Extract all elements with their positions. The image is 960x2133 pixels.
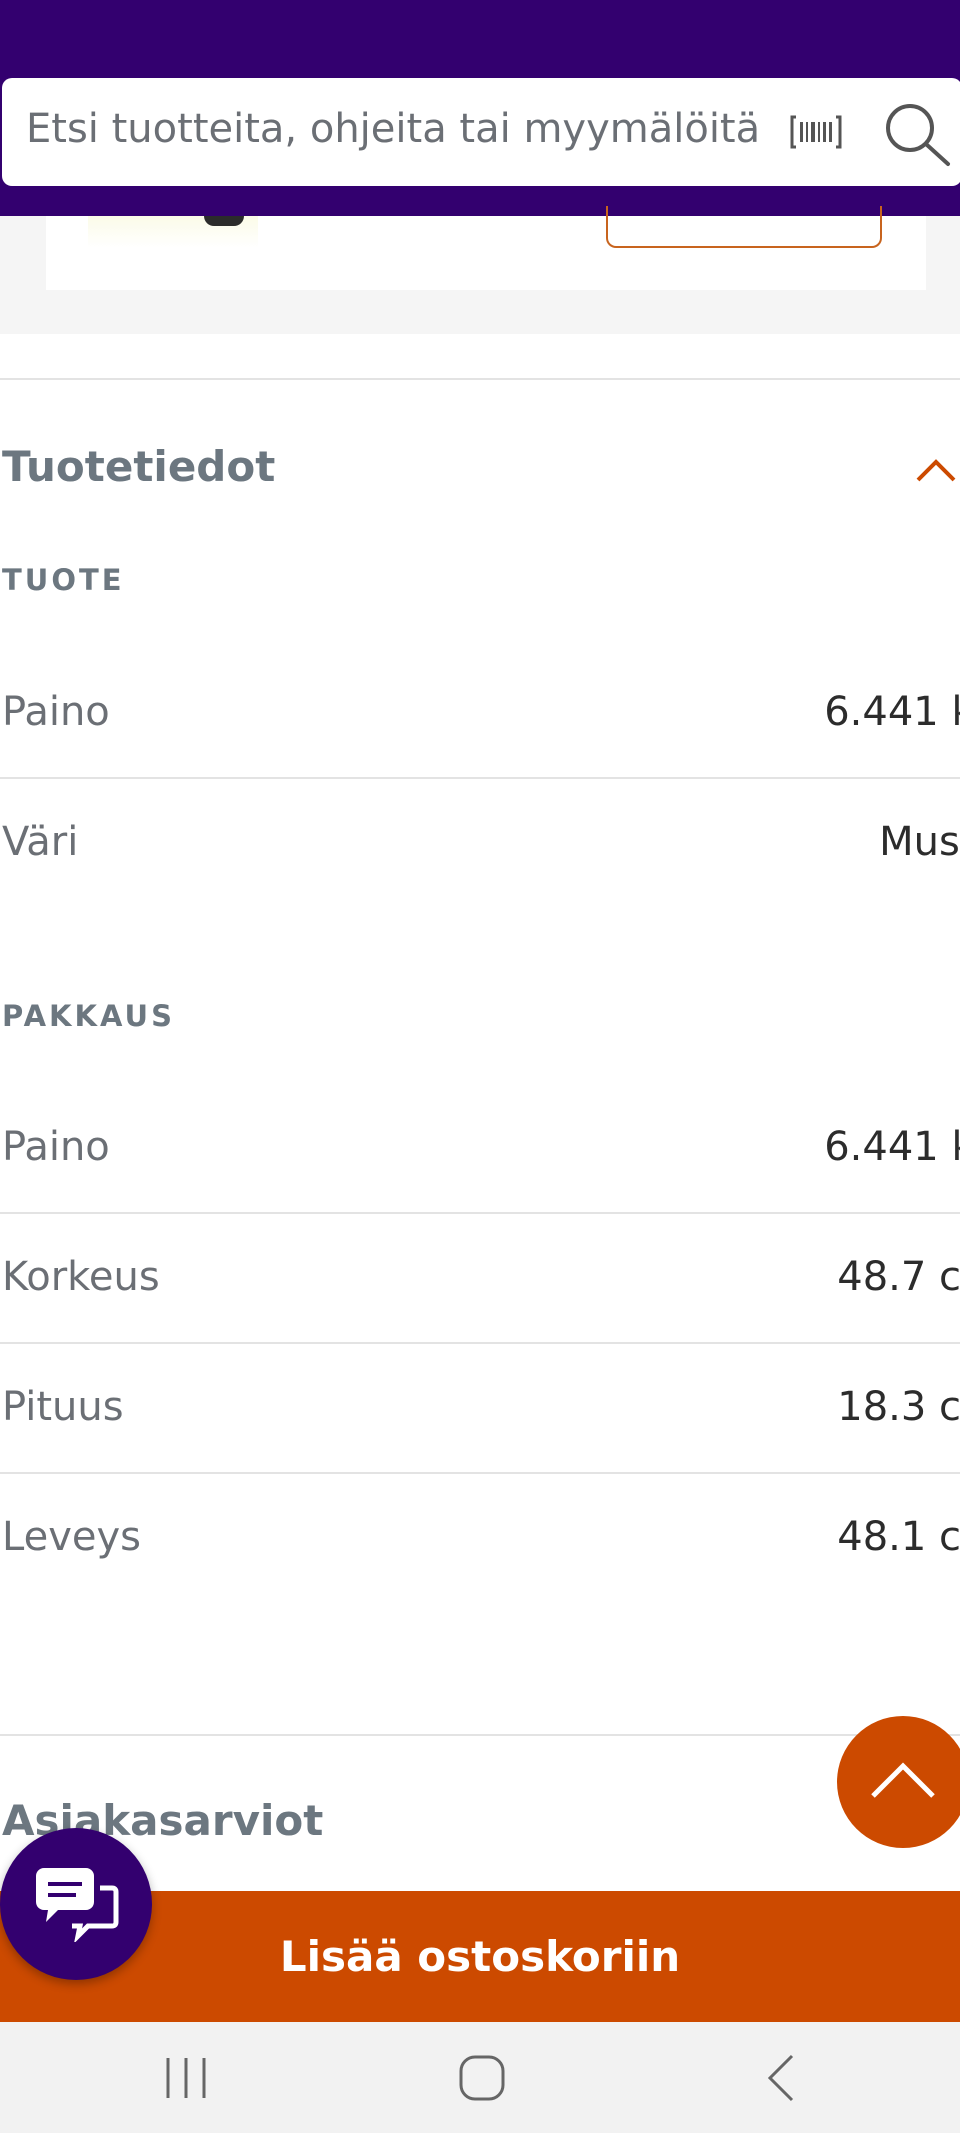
chat-icon <box>36 1868 119 1942</box>
card-outline-button[interactable] <box>606 206 882 248</box>
spec-label: Korkeus <box>2 1254 160 1300</box>
spec-label: Pituus <box>2 1384 124 1430</box>
product-group-label: TUOTE <box>2 563 125 597</box>
recent-apps-icon[interactable] <box>160 2052 212 2104</box>
spec-value: 48.7 cm <box>837 1254 960 1300</box>
spec-label: Leveys <box>2 1514 141 1560</box>
row-divider <box>0 1472 960 1474</box>
spec-value: Musta <box>879 819 960 865</box>
spec-value: 6.441 kg <box>824 689 960 735</box>
search-input[interactable]: Etsi tuotteita, ohjeita tai myymälöitä <box>2 78 960 186</box>
product-info-title[interactable]: Tuotetiedot <box>2 442 275 491</box>
home-icon[interactable] <box>456 2052 508 2104</box>
back-icon[interactable] <box>756 2052 808 2104</box>
top-header: Etsi tuotteita, ohjeita tai myymälöitä <box>0 0 960 216</box>
previous-section <box>0 206 960 334</box>
chevron-up-icon[interactable] <box>912 450 960 490</box>
divider <box>0 1734 960 1736</box>
spec-value: 18.3 cm <box>837 1384 960 1430</box>
search-placeholder: Etsi tuotteita, ohjeita tai myymälöitä <box>26 106 761 152</box>
spec-value: 6.441 kg <box>824 1124 960 1170</box>
barcode-icon[interactable] <box>790 114 842 150</box>
chevron-up-icon <box>871 1762 935 1798</box>
search-icon[interactable] <box>882 100 952 170</box>
product-thumbnail <box>88 216 258 248</box>
package-group-label: PAKKAUS <box>2 999 175 1033</box>
spec-label: Paino <box>2 1124 110 1170</box>
row-divider <box>0 1212 960 1214</box>
system-nav-bar <box>0 2022 960 2133</box>
spec-value: 48.1 cm <box>837 1514 960 1560</box>
row-divider <box>0 1342 960 1344</box>
row-divider <box>0 777 960 779</box>
divider <box>0 378 960 380</box>
spec-label: Paino <box>2 689 110 735</box>
product-card <box>46 206 926 290</box>
scroll-top-button[interactable] <box>837 1716 960 1848</box>
chat-button[interactable] <box>0 1828 152 1980</box>
spec-label: Väri <box>2 819 79 865</box>
